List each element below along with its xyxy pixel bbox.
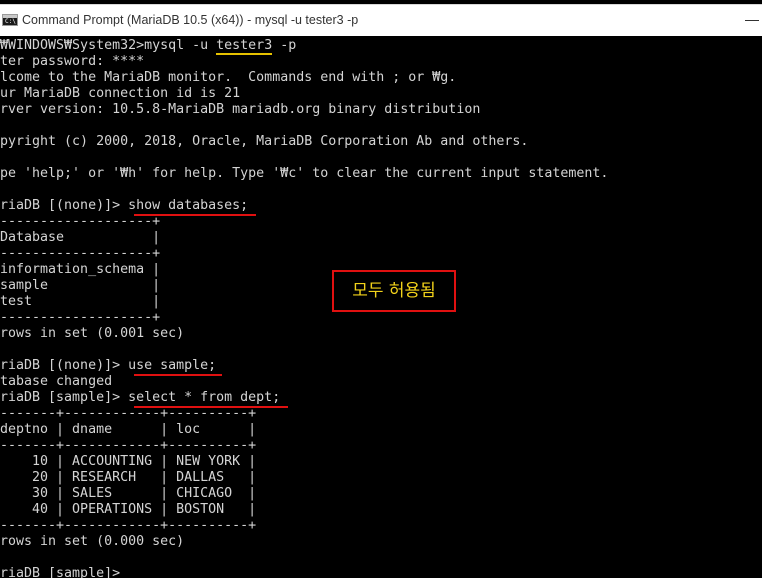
minimize-button[interactable]: — (742, 5, 762, 35)
console-prompt-line: ariaDB [(none)]> use sample; (0, 358, 216, 374)
table-border: --------+------------+----------+ (0, 518, 257, 533)
red-underline (134, 374, 222, 376)
command-text: select * from dept; (128, 390, 281, 405)
prompt-text: ariaDB [(none)]> (0, 358, 129, 373)
console-line: ype 'help;' or '₩h' for help. Type '₩c' … (0, 166, 609, 181)
table-border: --------------------+ (0, 246, 161, 261)
result-summary: rows in set (0.000 sec) (0, 534, 185, 549)
console-prompt-line: ariaDB [sample]> select * from dept; (0, 390, 280, 406)
table-border: --------------------+ (0, 310, 161, 325)
console-line: opyright (c) 2000, 2018, Oracle, MariaDB… (0, 134, 529, 149)
table-row: test | (0, 294, 161, 309)
table-border: --------------------+ (0, 214, 161, 229)
table-row: 40 | OPERATIONS | BOSTON | (0, 502, 257, 517)
console-line: :₩WINDOWS₩System32>mysql -u tester3 -p (0, 38, 297, 55)
console-text: -p (272, 38, 297, 53)
table-border: --------+------------+----------+ (0, 438, 257, 453)
window-title: Command Prompt (MariaDB 10.5 (x64)) - my… (22, 13, 359, 27)
command-text: use sample; (128, 358, 217, 373)
table-row: 30 | SALES | CHICAGO | (0, 486, 257, 501)
table-header: deptno | dname | loc | (0, 422, 257, 437)
command-prompt-icon: C:\ (2, 14, 18, 26)
console-line: erver version: 10.5.8-MariaDB mariadb.or… (0, 102, 481, 117)
result-summary: rows in set (0.001 sec) (0, 326, 185, 341)
table-header: Database | (0, 230, 161, 245)
table-row: information_schema | (0, 262, 161, 277)
annotation-box: 모두 허용됨 (332, 270, 456, 312)
console-text: :₩WINDOWS₩System32>mysql -u (0, 38, 217, 53)
table-row: 10 | ACCOUNTING | NEW YORK | (0, 454, 257, 469)
console-line: our MariaDB connection id is 21 (0, 86, 241, 101)
prompt-text: ariaDB [sample]> (0, 390, 129, 405)
table-border: --------+------------+----------+ (0, 406, 257, 421)
console-prompt-line: ariaDB [(none)]> show databases; (0, 198, 248, 214)
command-text: show databases; (128, 198, 249, 213)
console-line: nter password: **** (0, 54, 145, 69)
window-titlebar[interactable]: C:\ Command Prompt (MariaDB 10.5 (x64)) … (0, 4, 762, 36)
username-text: tester3 (216, 38, 273, 55)
console-prompt-line: ariaDB [sample]> (0, 566, 129, 578)
prompt-text: ariaDB [(none)]> (0, 198, 129, 213)
console-line: atabase changed (0, 374, 113, 389)
table-row: 20 | RESEARCH | DALLAS | (0, 470, 257, 485)
console-line: elcome to the MariaDB monitor. Commands … (0, 70, 457, 85)
table-row: sample | (0, 278, 161, 293)
